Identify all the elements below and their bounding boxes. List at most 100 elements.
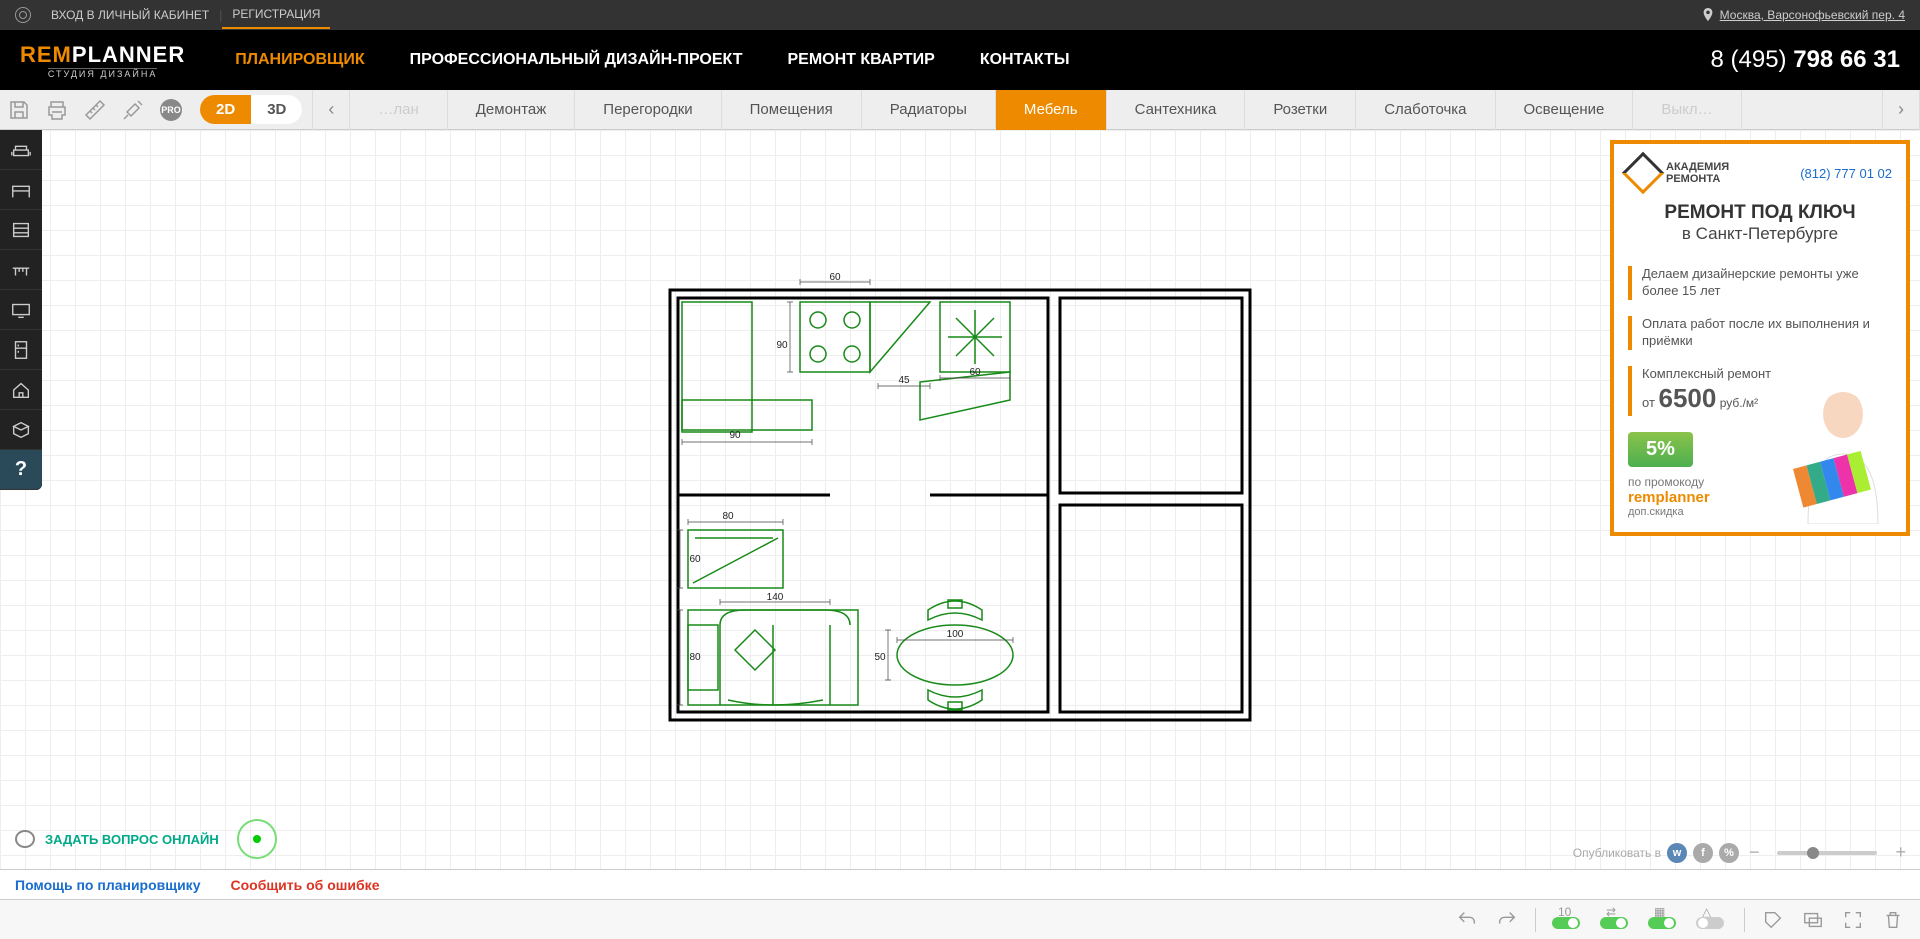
category-sofa-icon[interactable] — [0, 130, 42, 170]
share-fb-icon[interactable]: f — [1693, 843, 1713, 863]
tab-demolition[interactable]: Демонтаж — [448, 90, 576, 130]
toggle-dim-10[interactable]: 10 — [1552, 909, 1584, 931]
fullscreen-icon[interactable] — [1841, 908, 1865, 932]
category-materials-icon[interactable] — [0, 410, 42, 450]
location-text: Москва, Варсонофьевский пер. 4 — [1720, 8, 1905, 22]
phone-prefix: 8 (495) — [1711, 46, 1794, 73]
login-link[interactable]: ВХОД В ЛИЧНЫЙ КАБИНЕТ — [41, 8, 219, 22]
dim-90b: 90 — [729, 430, 741, 441]
view-toggle: 2D 3D — [200, 95, 302, 124]
register-link[interactable]: РЕГИСТРАЦИЯ — [222, 7, 330, 29]
dim-100: 100 — [947, 629, 964, 640]
category-bed-icon[interactable] — [0, 170, 42, 210]
footer: Помощь по планировщику Сообщить об ошибк… — [0, 869, 1920, 899]
category-table-icon[interactable] — [0, 250, 42, 290]
toolbar: PRO 2D 3D ‹ …лан Демонтаж Перегородки По… — [0, 90, 1920, 130]
dim-45: 45 — [898, 375, 910, 386]
dim-80a: 80 — [722, 511, 734, 522]
nav-contacts[interactable]: КОНТАКТЫ — [980, 51, 1070, 69]
tabs-prev-button[interactable]: ‹ — [312, 90, 350, 130]
bottom-toolbar: 10 ⇄ ▦ △ — [0, 899, 1920, 939]
chat-widget[interactable]: ЗАДАТЬ ВОПРОС ОНЛАЙН — [15, 819, 277, 859]
ad-phone[interactable]: (812) 777 01 02 — [1800, 166, 1892, 181]
ruler-icon[interactable] — [76, 91, 114, 129]
undo-icon[interactable] — [1455, 908, 1479, 932]
main-nav: REMPLANNER СТУДИЯ ДИЗАЙНА ПЛАНИРОВЩИК ПР… — [0, 30, 1920, 90]
chat-icon — [15, 830, 35, 848]
category-dresser-icon[interactable] — [0, 210, 42, 250]
toggle-snap[interactable]: ⇄ — [1600, 909, 1632, 931]
category-tv-icon[interactable] — [0, 290, 42, 330]
ad-logo-icon — [1622, 152, 1664, 194]
dim-60: 60 — [829, 272, 841, 283]
chat-label: ЗАДАТЬ ВОПРОС ОНЛАЙН — [45, 832, 219, 847]
view-3d-button[interactable]: 3D — [251, 95, 302, 124]
nav-design[interactable]: ПРОФЕССИОНАЛЬНЫЙ ДИЗАЙН-ПРОЕКТ — [410, 51, 743, 69]
tab-lighting[interactable]: Освещение — [1496, 90, 1634, 130]
tab-rooms[interactable]: Помещения — [722, 90, 862, 130]
pro-icon[interactable]: PRO — [152, 91, 190, 129]
left-panel: ? — [0, 130, 42, 490]
save-icon[interactable] — [0, 91, 38, 129]
topbar: ВХОД В ЛИЧНЫЙ КАБИНЕТ | РЕГИСТРАЦИЯ Моск… — [0, 0, 1920, 30]
redo-icon[interactable] — [1495, 908, 1519, 932]
ad-person-image — [1788, 374, 1898, 524]
zoom-out-button[interactable]: − — [1745, 842, 1764, 863]
category-house-icon[interactable] — [0, 370, 42, 410]
share-ok-icon[interactable]: % — [1719, 843, 1739, 863]
dim-60c: 60 — [689, 554, 701, 565]
comments-icon[interactable] — [1801, 908, 1825, 932]
toggle-grid[interactable]: ▦ — [1648, 909, 1680, 931]
discount-badge: 5% — [1628, 432, 1693, 467]
user-icon — [15, 7, 31, 23]
planner-help-link[interactable]: Помощь по планировщику — [15, 877, 200, 893]
tab-sockets[interactable]: Розетки — [1245, 90, 1356, 130]
logo[interactable]: REMPLANNER СТУДИЯ ДИЗАЙНА — [20, 42, 185, 79]
dim-140: 140 — [767, 592, 784, 603]
logo-planner: PLANNER — [72, 42, 185, 67]
publish-bar: Опубликовать в w f % − + — [1573, 842, 1910, 863]
tools-icon[interactable] — [114, 91, 152, 129]
workspace-canvas[interactable]: ? — [0, 130, 1920, 869]
zoom-in-button[interactable]: + — [1891, 842, 1910, 863]
label-tool-icon[interactable] — [1761, 908, 1785, 932]
tab-radiators[interactable]: Радиаторы — [862, 90, 996, 130]
online-dot-icon — [253, 835, 261, 843]
report-error-link[interactable]: Сообщить об ошибке — [230, 877, 379, 893]
ad-line-1: Делаем дизайнерские ремонты уже более 15… — [1628, 258, 1892, 308]
share-vk-icon[interactable]: w — [1667, 843, 1687, 863]
nav-planner[interactable]: ПЛАНИРОВЩИК — [235, 51, 364, 69]
header-phone[interactable]: 8 (495) 798 66 31 — [1711, 46, 1901, 74]
delete-icon[interactable] — [1881, 908, 1905, 932]
ad-title: РЕМОНТ ПОД КЛЮЧ — [1628, 202, 1892, 224]
publish-label: Опубликовать в — [1573, 846, 1661, 860]
tab-plumbing[interactable]: Сантехника — [1107, 90, 1246, 130]
print-icon[interactable] — [38, 91, 76, 129]
view-2d-button[interactable]: 2D — [200, 95, 251, 124]
nav-renovation[interactable]: РЕМОНТ КВАРТИР — [787, 51, 934, 69]
dim-60b: 60 — [969, 367, 981, 378]
tabs-next-button[interactable]: › — [1882, 90, 1920, 130]
ad-subtitle: в Санкт-Петербурге — [1628, 224, 1892, 244]
ad-panel[interactable]: АКАДЕМИЯРЕМОНТА (812) 777 01 02 РЕМОНТ П… — [1610, 140, 1910, 536]
logo-subtitle: СТУДИЯ ДИЗАЙНА — [48, 68, 158, 79]
dim-50: 50 — [874, 652, 886, 663]
tab-plan[interactable]: …лан — [350, 90, 447, 130]
zoom-slider[interactable] — [1777, 851, 1877, 855]
chat-status-ring — [237, 819, 277, 859]
tab-partitions[interactable]: Перегородки — [575, 90, 721, 130]
toggle-alert[interactable]: △ — [1696, 909, 1728, 931]
help-button[interactable]: ? — [0, 450, 42, 490]
dim-80b: 80 — [689, 652, 701, 663]
pin-icon — [1702, 8, 1714, 22]
location-link[interactable]: Москва, Варсонофьевский пер. 4 — [1702, 8, 1905, 22]
tab-switches[interactable]: Выкл… — [1633, 90, 1741, 130]
phone-number: 798 66 31 — [1793, 46, 1900, 73]
floorplan-drawing[interactable]: 60 90 90 45 60 80 60 140 80 100 50 — [660, 270, 1260, 730]
tab-lowcurrent[interactable]: Слаботочка — [1356, 90, 1495, 130]
layer-tabs: …лан Демонтаж Перегородки Помещения Ради… — [350, 90, 1882, 130]
ad-logo: АКАДЕМИЯРЕМОНТА — [1628, 158, 1729, 188]
tab-furniture[interactable]: Мебель — [996, 90, 1107, 130]
ad-line-2: Оплата работ после их выполнения и приём… — [1628, 308, 1892, 358]
category-fridge-icon[interactable] — [0, 330, 42, 370]
